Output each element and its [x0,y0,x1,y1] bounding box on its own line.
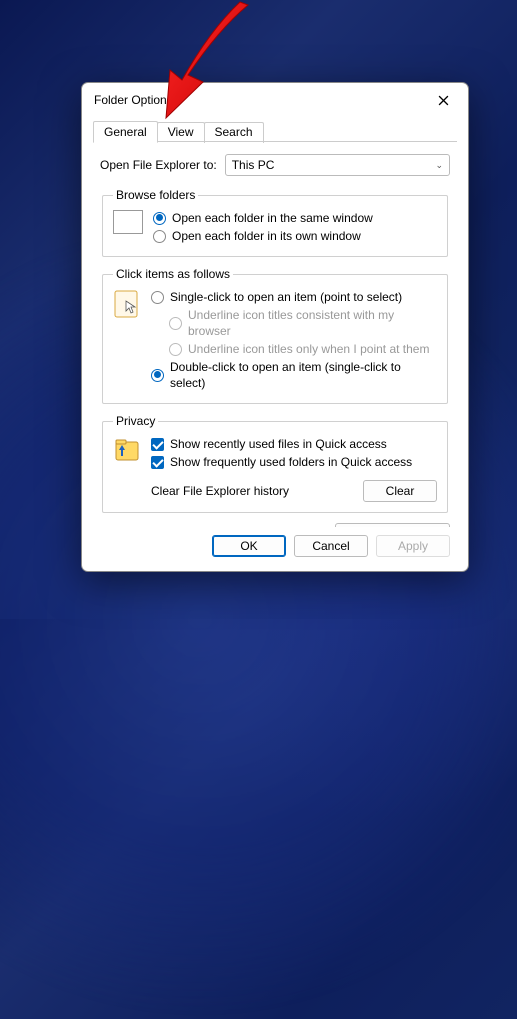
browse-folders-legend: Browse folders [113,188,198,202]
radio-icon [169,317,182,330]
clear-button[interactable]: Clear [363,480,437,502]
radio-same-window[interactable]: Open each folder in the same window [153,210,437,226]
close-button[interactable] [426,87,460,113]
dialog-footer: OK Cancel Apply [82,527,468,571]
ok-button[interactable]: OK [212,535,286,557]
open-explorer-label: Open File Explorer to: [100,158,217,172]
chevron-down-icon: ⌄ [435,160,443,171]
radio-underline-browser: Underline icon titles consistent with my… [169,307,437,339]
tab-content: Open File Explorer to: This PC ⌄ Browse … [82,142,468,527]
radio-icon [151,369,164,382]
radio-double-click[interactable]: Double-click to open an item (single-cli… [151,359,437,391]
click-cursor-icon [113,289,141,319]
tab-view[interactable]: View [157,122,205,143]
browse-folders-group: Browse folders Open each folder in the s… [102,188,448,257]
tab-search[interactable]: Search [204,122,264,143]
clear-history-label: Clear File Explorer history [151,484,363,498]
folder-options-dialog: Folder Options General View Search Open … [81,82,469,572]
open-explorer-select[interactable]: This PC ⌄ [225,154,450,176]
radio-underline-point: Underline icon titles only when I point … [169,341,437,357]
checkbox-icon [151,438,164,451]
tab-general[interactable]: General [93,121,158,143]
checkbox-icon [151,456,164,469]
titlebar: Folder Options [82,83,468,117]
privacy-legend: Privacy [113,414,158,428]
close-icon [438,95,449,106]
browse-thumb-icon [113,210,143,234]
check-recent-files[interactable]: Show recently used files in Quick access [151,436,437,452]
radio-single-click[interactable]: Single-click to open an item (point to s… [151,289,437,305]
tab-strip: General View Search [82,121,468,142]
apply-button: Apply [376,535,450,557]
quick-access-icon [113,436,141,466]
radio-icon [151,291,164,304]
open-explorer-value: This PC [232,158,275,172]
click-items-legend: Click items as follows [113,267,233,281]
click-items-group: Click items as follows Single-click to o… [102,267,448,404]
privacy-group: Privacy Show recently used files in Quic… [102,414,448,513]
radio-own-window[interactable]: Open each folder in its own window [153,228,437,244]
radio-icon [169,343,182,356]
radio-icon [153,230,166,243]
check-frequent-folders[interactable]: Show frequently used folders in Quick ac… [151,454,437,470]
radio-icon [153,212,166,225]
window-title: Folder Options [94,93,426,107]
cancel-button[interactable]: Cancel [294,535,368,557]
